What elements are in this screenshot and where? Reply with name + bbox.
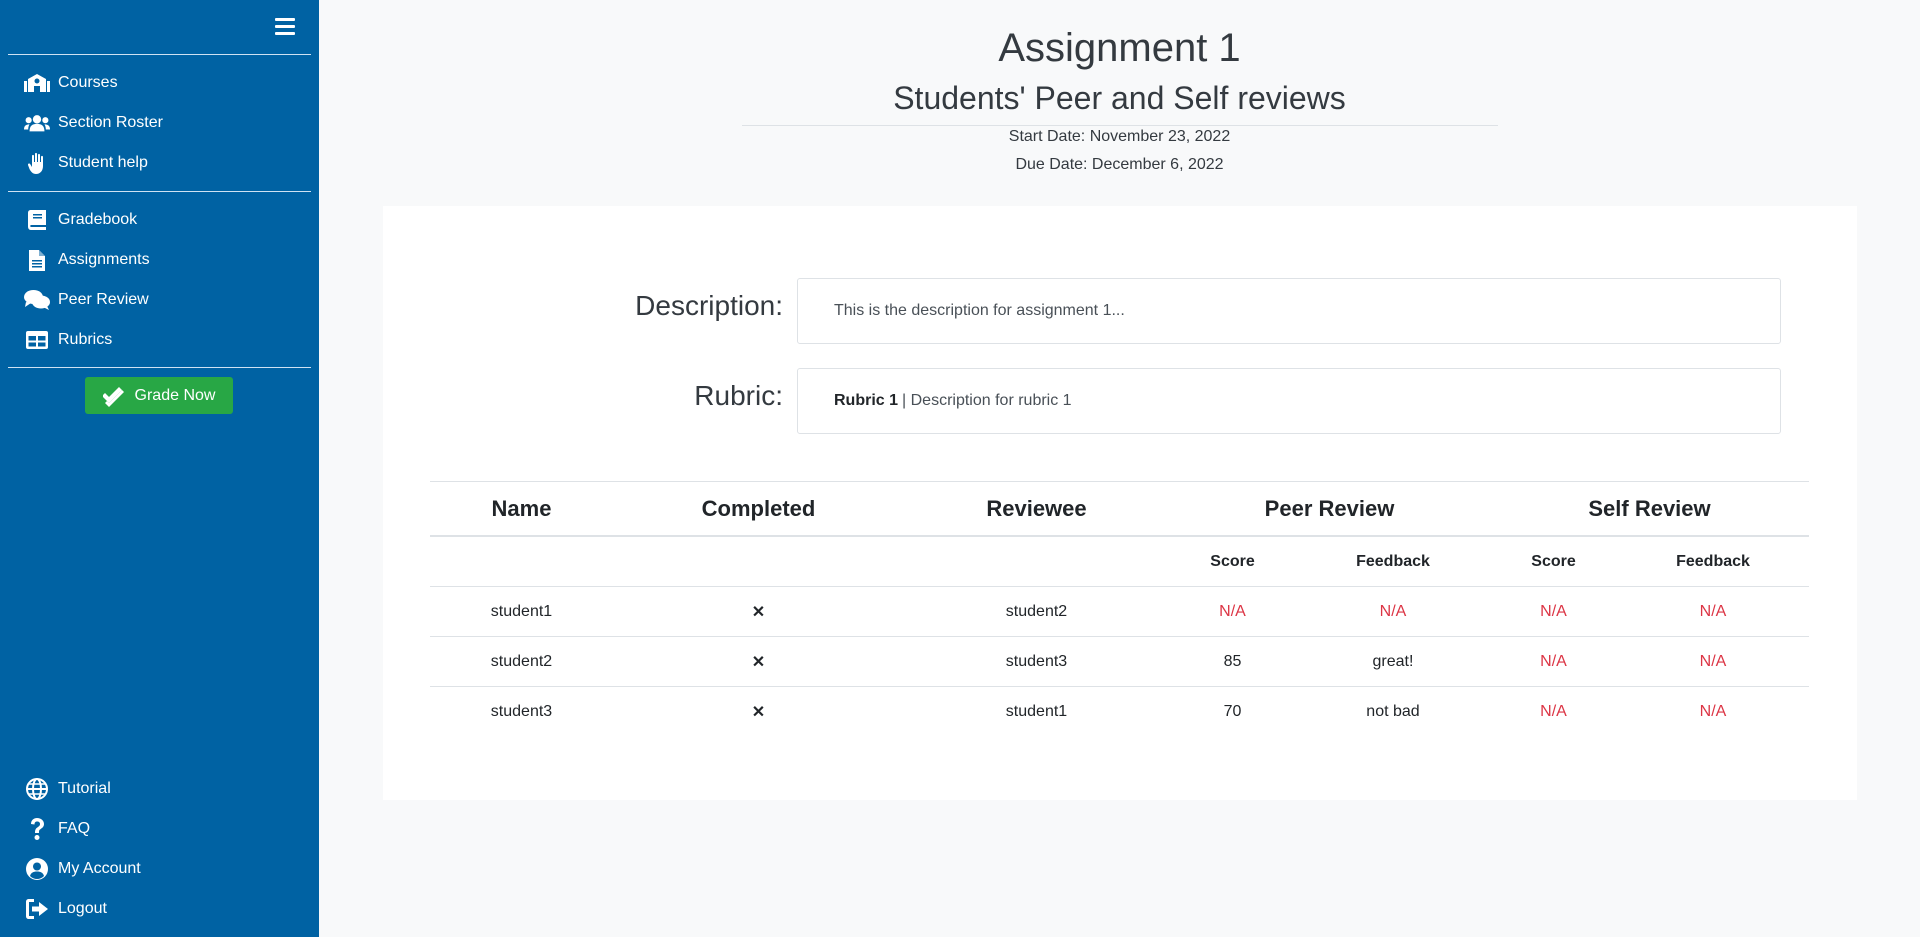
sidebar-item-label: Rubrics — [58, 331, 113, 348]
table-header-row: Name Completed Reviewee Peer Review Self… — [430, 482, 1809, 535]
description-field: This is the description for assignment 1… — [797, 278, 1781, 344]
table-row: student1 ✕ student2 N/A N/A N/A N/A — [430, 587, 1809, 636]
sidebar-item-label: Tutorial — [58, 780, 111, 797]
header-divider — [742, 125, 1498, 126]
description-text: This is the description for assignment 1… — [834, 302, 1125, 319]
table-row: student2 ✕ student3 85 great! N/A N/A — [430, 637, 1809, 686]
double-check-icon — [102, 386, 124, 407]
description-label: Description: — [635, 290, 783, 321]
cell-self-score: N/A — [1540, 652, 1567, 670]
sidebar-item-peer-review[interactable]: Peer Review — [24, 287, 149, 313]
rubric-description: | Description for rubric 1 — [902, 392, 1072, 409]
cell-self-feedback: N/A — [1699, 652, 1727, 670]
school-icon — [24, 72, 50, 94]
cell-reviewee: student1 — [1005, 702, 1068, 720]
not-completed-icon: ✕ — [751, 603, 766, 621]
not-completed-icon: ✕ — [751, 703, 766, 721]
sidebar-item-section-roster[interactable]: Section Roster — [24, 110, 163, 136]
assignment-card: Description: This is the description for… — [383, 206, 1857, 800]
sidebar-divider — [8, 191, 311, 192]
due-date: Due Date: December 6, 2022 — [1015, 156, 1224, 173]
sidebar-item-label: Section Roster — [58, 114, 163, 131]
hand-icon — [24, 152, 50, 174]
cell-reviewee: student3 — [1005, 652, 1068, 670]
cell-self-score: N/A — [1540, 602, 1567, 620]
sidebar-item-rubrics[interactable]: Rubrics — [24, 327, 112, 353]
sidebar-item-tutorial[interactable]: Tutorial — [24, 776, 111, 802]
sidebar-item-student-help[interactable]: Student help — [24, 150, 148, 176]
column-header-peer-review: Peer Review — [1264, 495, 1395, 521]
sidebar-item-assignments[interactable]: Assignments — [24, 247, 150, 273]
rubric-label: Rubric: — [694, 380, 783, 411]
column-header-self-review: Self Review — [1588, 495, 1711, 521]
table-row: student3 ✕ student1 70 not bad N/A N/A — [430, 687, 1809, 736]
sidebar: Courses Section Roster Student help Grad… — [0, 0, 319, 937]
cell-peer-score: 85 — [1223, 652, 1242, 670]
subheader-peer-feedback: Feedback — [1356, 552, 1430, 570]
sidebar-divider — [8, 54, 311, 55]
sidebar-item-label: Peer Review — [58, 291, 149, 308]
cell-self-feedback: N/A — [1699, 602, 1727, 620]
rubric-field[interactable]: Rubric 1 | Description for rubric 1 — [797, 368, 1781, 434]
subheader-self-feedback: Feedback — [1676, 552, 1750, 570]
sidebar-item-label: Courses — [58, 74, 118, 91]
cell-peer-feedback: not bad — [1366, 702, 1420, 720]
cell-self-feedback: N/A — [1699, 702, 1727, 720]
question-icon — [24, 818, 50, 840]
page-subtitle: Students' Peer and Self reviews — [893, 80, 1346, 116]
globe-icon — [24, 778, 50, 800]
sidebar-item-gradebook[interactable]: Gradebook — [24, 207, 137, 233]
user-circle-icon — [24, 858, 50, 880]
sidebar-item-label: FAQ — [58, 820, 91, 837]
not-completed-icon: ✕ — [751, 653, 766, 671]
users-icon — [24, 112, 50, 134]
sidebar-item-label: Gradebook — [58, 211, 138, 228]
sidebar-item-logout[interactable]: Logout — [24, 896, 107, 922]
hamburger-icon[interactable] — [275, 18, 295, 36]
column-header-completected: Completed — [701, 495, 816, 521]
cell-peer-score: 70 — [1223, 702, 1242, 720]
cell-name: student1 — [490, 602, 553, 620]
column-header-reviewee: Reviewee — [986, 495, 1087, 521]
sidebar-item-label: Logout — [58, 900, 107, 917]
cell-peer-feedback: N/A — [1379, 602, 1407, 620]
book-icon — [24, 209, 50, 231]
table-subheader-row: Score Feedback Score Feedback — [430, 537, 1809, 586]
table-icon — [24, 329, 50, 351]
file-icon — [24, 249, 50, 271]
grade-now-button[interactable]: Grade Now — [85, 377, 233, 414]
sidebar-item-label: Student help — [58, 154, 148, 171]
sidebar-item-my-account[interactable]: My Account — [24, 856, 141, 882]
cell-peer-feedback: great! — [1372, 652, 1414, 670]
cell-name: student3 — [490, 702, 553, 720]
subheader-peer-score: Score — [1210, 552, 1255, 570]
cell-self-score: N/A — [1540, 702, 1567, 720]
start-date: Start Date: November 23, 2022 — [1008, 128, 1231, 145]
comments-icon — [24, 289, 50, 311]
cell-reviewee: student2 — [1005, 602, 1068, 620]
sidebar-item-faq[interactable]: FAQ — [24, 816, 90, 842]
grade-now-label: Grade Now — [134, 386, 216, 404]
column-header-name: Name — [491, 495, 552, 521]
page-title: Assignment 1 — [998, 26, 1241, 70]
sidebar-divider — [8, 367, 311, 368]
sidebar-item-label: My Account — [58, 860, 141, 877]
subheader-self-score: Score — [1531, 552, 1576, 570]
logout-icon — [24, 898, 50, 920]
sidebar-item-courses[interactable]: Courses — [24, 70, 118, 96]
rubric-name: Rubric 1 — [834, 392, 899, 409]
cell-peer-score: N/A — [1219, 602, 1246, 620]
sidebar-item-label: Assignments — [58, 251, 150, 268]
cell-name: student2 — [490, 652, 553, 670]
